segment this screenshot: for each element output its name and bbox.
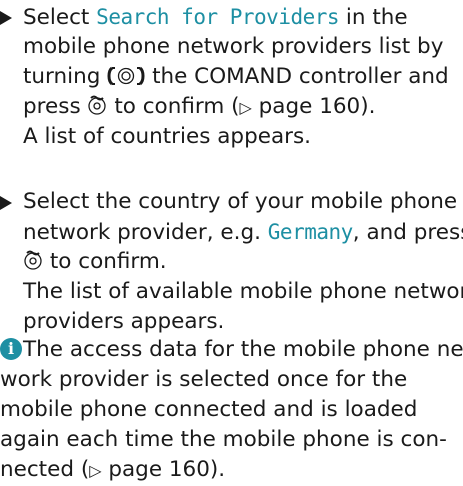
step1-line4: press to confirm (▷ page 160). xyxy=(0,92,463,122)
menu-item-germany: Germany xyxy=(267,220,354,244)
controller-turn-icon xyxy=(107,65,145,95)
step1-line1: Select Search for Providers in the xyxy=(0,2,463,32)
text: nected ( xyxy=(0,457,90,482)
text: the COMAND controller and xyxy=(145,64,449,89)
controller-press-icon xyxy=(23,249,43,280)
note-line5: nected (▷ page 160). xyxy=(0,455,463,485)
step2-line3: to confirm. xyxy=(0,247,463,277)
step2-result-line1: The list of available mobile phone netwo… xyxy=(23,279,463,304)
page-reference-icon: ▷ xyxy=(89,461,102,480)
note-line1: The access data for the mobile phone net… xyxy=(23,337,463,362)
manual-page: Select Search for Providers in the mobil… xyxy=(0,0,463,482)
info-icon: i xyxy=(0,338,22,360)
controller-press-icon xyxy=(87,94,107,125)
text: page 160). xyxy=(101,457,226,482)
step2-line2: network provider, e.g. Germany, and pres… xyxy=(0,217,463,247)
note-line2: work provider is selected once for the xyxy=(0,367,408,392)
step1-result: A list of countries appears. xyxy=(23,124,311,149)
step-bullet-icon xyxy=(0,196,12,210)
text: to confirm ( xyxy=(107,94,240,119)
step1-line3: turning the COMAND controller and xyxy=(0,62,463,92)
page-reference-icon: ▷ xyxy=(239,98,252,117)
text: to confirm. xyxy=(43,249,167,274)
step2-line1: Select the country of your mobile phone xyxy=(23,189,458,214)
text: page 160). xyxy=(251,94,376,119)
menu-item-search-for-providers: Search for Providers xyxy=(96,5,340,29)
instruction-step-select-country: Select the country of your mobile phone … xyxy=(0,187,463,337)
info-note: i The access data for the mobile phone n… xyxy=(0,335,463,485)
step1-line2: mobile phone network providers list by xyxy=(23,34,444,59)
text: , and press xyxy=(352,220,463,245)
instruction-step-select-search: Select Search for Providers in the mobil… xyxy=(0,2,463,152)
note-line3: mobile phone connected and is loaded xyxy=(0,397,418,422)
text: in the xyxy=(339,5,408,30)
text: turning xyxy=(23,64,108,89)
note-line4: again each time the mobile phone is con- xyxy=(0,427,447,452)
step-bullet-icon xyxy=(0,11,12,25)
text: network provider, e.g. xyxy=(23,220,268,245)
text: Select xyxy=(23,5,97,30)
text: press xyxy=(23,94,88,119)
step2-result-line2: providers appears. xyxy=(23,309,225,334)
